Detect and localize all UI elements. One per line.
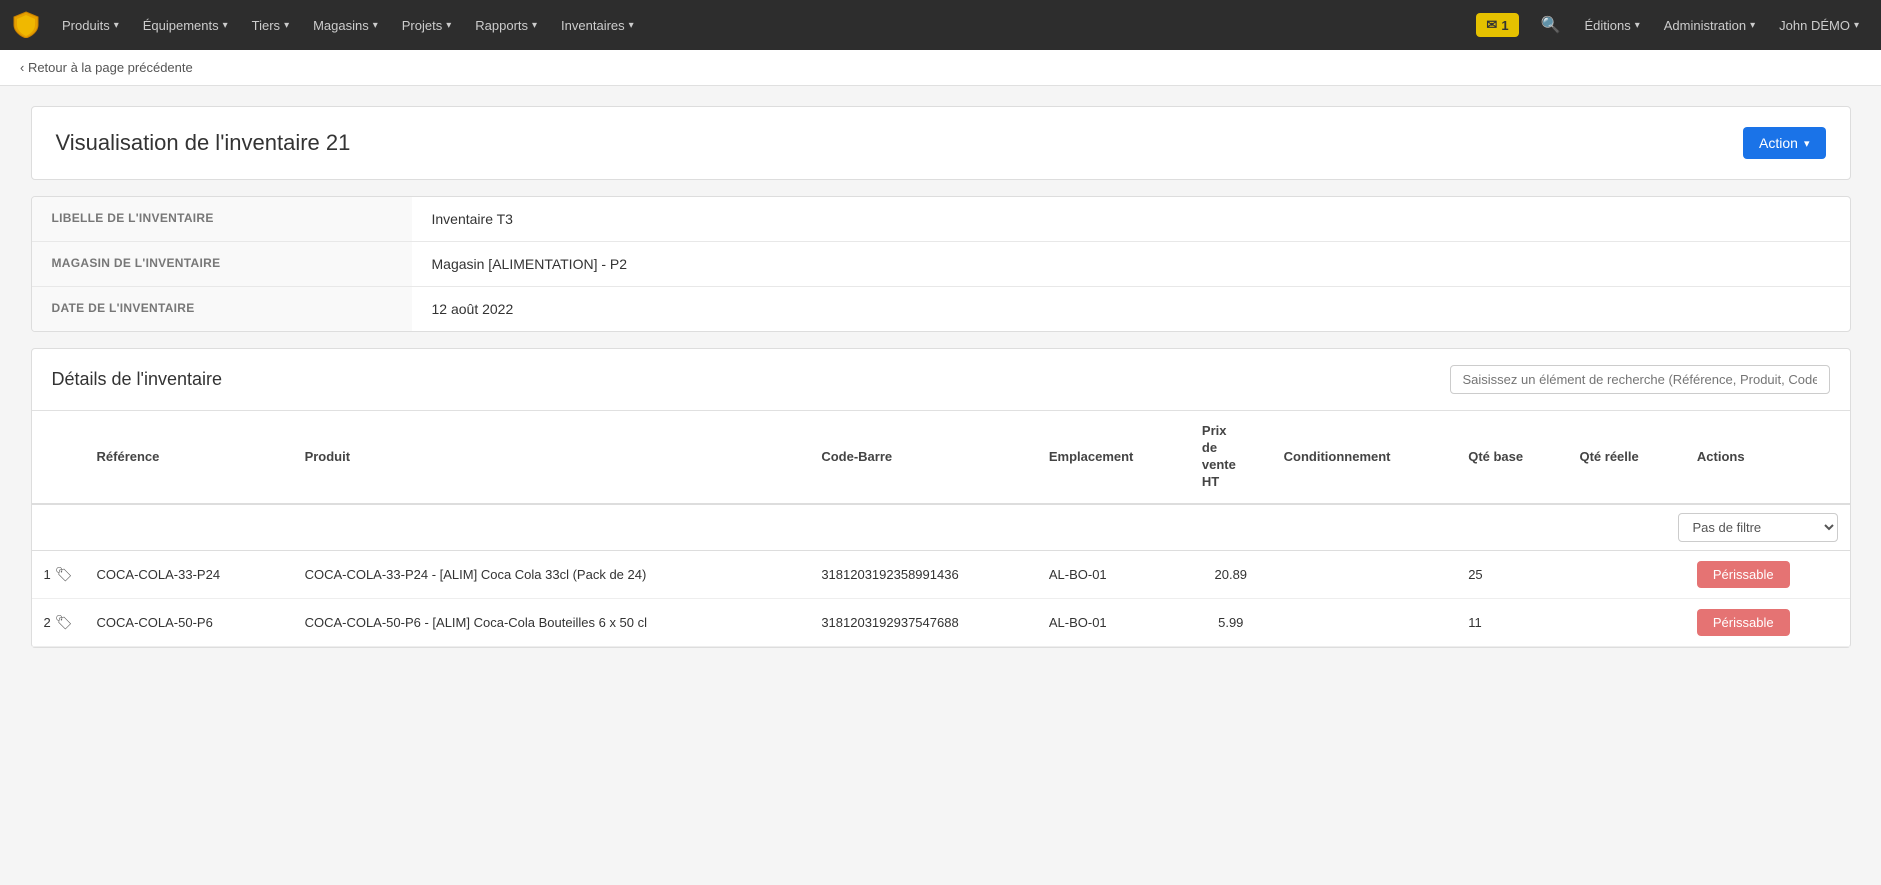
row-2-qte-reelle [1567,598,1684,646]
info-row-date: DATE DE L'INVENTAIRE 12 août 2022 [32,287,1850,331]
row-1-num: 1 🏷 [32,550,85,598]
row-1-conditionnement [1272,550,1457,598]
col-num [32,411,85,504]
back-link[interactable]: ‹ Retour à la page précédente [20,60,193,75]
col-emplacement: Emplacement [1037,411,1190,504]
page-title: Visualisation de l'inventaire 21 [56,130,351,156]
col-conditionnement: Conditionnement [1272,411,1457,504]
nav-produits-chevron: ▾ [114,20,119,31]
nav-user[interactable]: John DÉMO ▾ [1769,0,1869,50]
nav-magasins-chevron: ▾ [373,20,378,31]
nav-produits[interactable]: Produits ▾ [52,0,129,50]
nav-administration-chevron: ▾ [1750,20,1755,31]
row-1-produit: COCA-COLA-33-P24 - [ALIM] Coca Cola 33cl… [293,550,810,598]
col-qte-reelle: Qté réelle [1567,411,1684,504]
nav-inventaires[interactable]: Inventaires ▾ [551,0,644,50]
logo-icon [12,10,40,41]
nav-tiers-chevron: ▾ [284,20,289,31]
nav-editions-chevron: ▾ [1635,20,1640,31]
row-1-emplacement: AL-BO-01 [1037,550,1190,598]
row-2-num: 2 🏷 [32,598,85,646]
info-row-magasin: MAGASIN DE L'INVENTAIRE Magasin [ALIMENT… [32,242,1850,287]
row-2-conditionnement [1272,598,1457,646]
info-label-libelle: LIBELLE DE L'INVENTAIRE [32,197,412,241]
row-2-qte-base: 11 [1456,598,1567,646]
row-1-qte-reelle [1567,550,1684,598]
nav-magasins[interactable]: Magasins ▾ [303,0,388,50]
nav-rapports-chevron: ▾ [532,20,537,31]
nav-equipements-chevron: ▾ [223,20,228,31]
row-2-emplacement: AL-BO-01 [1037,598,1190,646]
table-row: 2 🏷 COCA-COLA-50-P6 COCA-COLA-50-P6 - [A… [32,598,1850,646]
nav-tiers[interactable]: Tiers ▾ [242,0,299,50]
row-1-actions: Périssable [1685,550,1850,598]
nav-user-chevron: ▾ [1854,20,1859,31]
breadcrumb: ‹ Retour à la page précédente [0,50,1881,86]
inventory-table: Référence Produit Code-Barre Emplacement… [32,411,1850,647]
nav-equipements[interactable]: Équipements ▾ [133,0,238,50]
nav-rapports[interactable]: Rapports ▾ [465,0,547,50]
row-1-qte-base: 25 [1456,550,1567,598]
nav-administration[interactable]: Administration ▾ [1654,0,1765,50]
perishable-badge-2[interactable]: Périssable [1697,609,1790,636]
details-header: Détails de l'inventaire [32,349,1850,411]
row-1-codebarre: 3181203192358991436 [809,550,1037,598]
col-actions: Actions [1685,411,1850,504]
col-prix: PrixdeventeHT [1190,411,1272,504]
row-2-codebarre: 3181203192937547688 [809,598,1037,646]
action-chevron: ▾ [1804,137,1810,150]
row-1-prix: 20.89 [1190,550,1272,598]
nav-projets-chevron: ▾ [446,20,451,31]
details-title: Détails de l'inventaire [52,369,223,390]
envelope-icon: ✉ [1486,17,1497,33]
info-label-magasin: MAGASIN DE L'INVENTAIRE [32,242,412,286]
tag-icon: 🏷 [55,566,73,583]
col-codebarre: Code-Barre [809,411,1037,504]
row-2-actions: Périssable [1685,598,1850,646]
navbar: Produits ▾ Équipements ▾ Tiers ▾ Magasin… [0,0,1881,50]
row-1-reference: COCA-COLA-33-P24 [85,550,293,598]
search-input[interactable] [1450,365,1830,394]
info-value-libelle: Inventaire T3 [412,197,533,241]
filter-row: Pas de filtre Filtre 1 Filtre 2 [32,504,1850,551]
col-reference: Référence [85,411,293,504]
row-2-reference: COCA-COLA-50-P6 [85,598,293,646]
info-label-date: DATE DE L'INVENTAIRE [32,287,412,331]
search-button[interactable]: 🔍 [1531,0,1571,50]
tag-icon: 🏷 [55,614,73,631]
info-table: LIBELLE DE L'INVENTAIRE Inventaire T3 MA… [31,196,1851,332]
row-2-prix: 5.99 [1190,598,1272,646]
col-produit: Produit [293,411,810,504]
action-button[interactable]: Action ▾ [1743,127,1825,159]
notifications-button[interactable]: ✉ 1 [1476,13,1518,37]
filter-select[interactable]: Pas de filtre Filtre 1 Filtre 2 [1678,513,1838,542]
nav-projets[interactable]: Projets ▾ [392,0,462,50]
info-value-magasin: Magasin [ALIMENTATION] - P2 [412,242,648,286]
nav-editions[interactable]: Éditions ▾ [1574,0,1649,50]
row-2-produit: COCA-COLA-50-P6 - [ALIM] Coca-Cola Boute… [293,598,810,646]
table-row: 1 🏷 COCA-COLA-33-P24 COCA-COLA-33-P24 - … [32,550,1850,598]
col-qte-base: Qté base [1456,411,1567,504]
info-row-libelle: LIBELLE DE L'INVENTAIRE Inventaire T3 [32,197,1850,242]
nav-inventaires-chevron: ▾ [629,20,634,31]
page-header-card: Visualisation de l'inventaire 21 Action … [31,106,1851,180]
search-icon: 🔍 [1541,15,1561,35]
perishable-badge-1[interactable]: Périssable [1697,561,1790,588]
info-value-date: 12 août 2022 [412,287,534,331]
details-card: Détails de l'inventaire Référence Produi… [31,348,1851,648]
